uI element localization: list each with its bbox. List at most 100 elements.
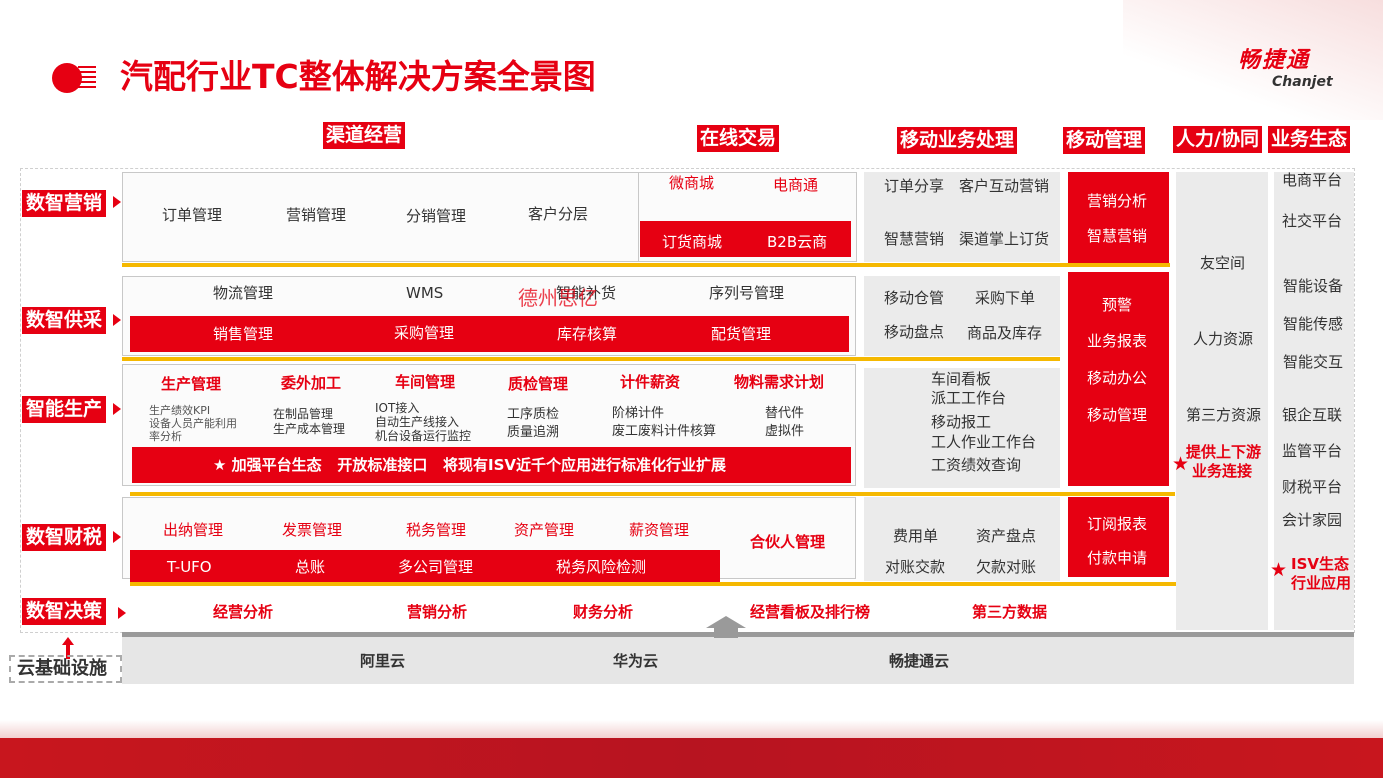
- header-ecosystem: 业务生态: [1268, 126, 1351, 153]
- mobile-item: 采购下单: [975, 289, 1036, 307]
- eco-item: 智能设备: [1283, 277, 1344, 295]
- header-channel: 渠道经营: [323, 122, 406, 149]
- hr-item: 第三方资源: [1186, 406, 1262, 424]
- marketing-item: 分销管理: [406, 207, 467, 225]
- hr-item: 人力资源: [1193, 330, 1254, 348]
- watermark-text: 德州思亿: [518, 286, 598, 310]
- online-item: 微商城: [669, 174, 715, 192]
- row-arrow-supply: [113, 314, 121, 326]
- hr-star-text: 提供上下游: [1186, 443, 1262, 461]
- decision-item: 营销分析: [407, 603, 468, 621]
- row-arrow-finance: [113, 531, 121, 543]
- production-sub: IOT接入: [375, 401, 420, 415]
- finance-bar-item: 多公司管理: [398, 558, 474, 576]
- finance-bar-item: T-UFO: [167, 558, 212, 576]
- online-item: 电商通: [773, 176, 819, 194]
- brand-name-en: Chanjet: [1272, 74, 1333, 90]
- mgmt-item: 智慧营销: [1087, 227, 1148, 245]
- row-label-production: 智能生产: [22, 396, 107, 423]
- row-label-marketing: 数智营销: [22, 190, 107, 217]
- eco-star-text: 行业应用: [1291, 574, 1352, 592]
- mobile-item: 工人作业工作台: [931, 433, 1037, 451]
- mobile-item: 费用单: [893, 527, 939, 545]
- supply-item: 物流管理: [213, 284, 274, 302]
- supply-bar-item: 配货管理: [711, 325, 772, 343]
- cloud-house-icon: [706, 616, 746, 638]
- supply-bar-item: 采购管理: [394, 324, 455, 342]
- production-sub: 生产绩效KPI: [149, 404, 211, 417]
- mobile-item: 智慧营销: [884, 230, 945, 248]
- marketing-item: 订单管理: [162, 206, 223, 224]
- supply-bar-item: 销售管理: [213, 325, 274, 343]
- marketing-item: 营销管理: [286, 206, 347, 224]
- header-hr: 人力/协同: [1173, 126, 1262, 153]
- marketing-divider: [122, 263, 1170, 267]
- cloud-item: 阿里云: [360, 652, 406, 670]
- cloud-panel: [122, 637, 1354, 684]
- supply-bar-item: 库存核算: [557, 325, 618, 343]
- row-label-cloud: 云基础设施: [17, 658, 107, 679]
- hr-panel: [1176, 172, 1268, 630]
- eco-item: 智能传感: [1283, 315, 1344, 333]
- eco-item: 社交平台: [1282, 212, 1343, 230]
- finance-item: 出纳管理: [163, 521, 224, 539]
- header-mobile-mgmt: 移动管理: [1063, 127, 1146, 154]
- marketing-item: 客户分层: [528, 205, 589, 223]
- platform-banner-text: ★ 加强平台生态 开放标准接口 将现有ISV近千个应用进行标准化行业扩展: [213, 456, 726, 474]
- production-sub: 阶梯计件: [612, 406, 665, 421]
- brand-name-cn: 畅捷通: [1238, 48, 1311, 73]
- mobile-item: 欠款对账: [976, 558, 1037, 576]
- production-sub: 生产成本管理: [273, 422, 346, 436]
- header-online: 在线交易: [697, 125, 780, 152]
- mobile-panel-supply: [864, 276, 1060, 356]
- row-arrow-marketing: [113, 196, 121, 208]
- production-head: 生产管理: [161, 375, 222, 393]
- finance-partner: 合伙人管理: [750, 533, 826, 551]
- supply-divider: [122, 357, 1060, 361]
- eco-item: 银企互联: [1282, 406, 1343, 424]
- mobile-item: 资产盘点: [976, 527, 1037, 545]
- eco-item: 会计家园: [1282, 511, 1343, 529]
- finance-item: 发票管理: [282, 521, 343, 539]
- mobile-item: 移动盘点: [884, 323, 945, 341]
- production-sub: 工序质检: [507, 407, 560, 422]
- title-logo-icon: [52, 60, 98, 96]
- mobile-item: 客户互动营销: [959, 177, 1050, 195]
- page-title: 汽配行业TC整体解决方案全景图: [120, 57, 596, 96]
- mobile-item: 派工工作台: [931, 389, 1007, 407]
- bottom-band-light: [0, 720, 1383, 738]
- mobile-item: 车间看板: [931, 370, 992, 388]
- hr-item: 友空间: [1200, 254, 1246, 272]
- production-sub: 设备人员产能利用: [149, 417, 237, 430]
- mobile-item: 工资绩效查询: [931, 456, 1022, 474]
- mgmt-item: 移动管理: [1087, 406, 1148, 424]
- online-bar-item: 订货商城: [662, 233, 723, 251]
- mgmt-panel-marketing: [1068, 172, 1169, 264]
- production-sub: 废工废料计件核算: [612, 424, 717, 439]
- production-sub: 自动生产线接入: [375, 415, 460, 429]
- production-sub: 替代件: [765, 406, 805, 421]
- eco-item: 电商平台: [1282, 171, 1343, 189]
- hr-star-text: 业务连接: [1192, 462, 1253, 480]
- production-sub: 质量追溯: [507, 425, 560, 440]
- production-sub: 率分析: [149, 430, 182, 443]
- finance-divider: [130, 582, 1180, 586]
- cloud-item: 华为云: [613, 652, 659, 670]
- decision-item: 财务分析: [573, 603, 634, 621]
- production-head: 计件薪资: [620, 373, 681, 391]
- mgmt-item: 订阅报表: [1087, 515, 1148, 533]
- production-head: 物料需求计划: [734, 373, 825, 391]
- finance-item: 税务管理: [406, 521, 467, 539]
- decision-item: 经营看板及排行榜: [750, 603, 871, 621]
- row-label-decision: 数智决策: [22, 598, 107, 625]
- decision-item: 第三方数据: [972, 603, 1048, 621]
- finance-bar-item: 税务风险检测: [556, 558, 647, 576]
- mobile-item: 渠道掌上订货: [959, 230, 1050, 248]
- row-label-supply: 数智供采: [22, 307, 107, 334]
- production-sub: 虚拟件: [765, 424, 805, 439]
- header-mobile-business: 移动业务处理: [897, 127, 1018, 154]
- mobile-item: 对账交款: [885, 558, 946, 576]
- eco-item: 监管平台: [1282, 442, 1343, 460]
- mobile-item: 移动报工: [931, 413, 992, 431]
- supply-item: 序列号管理: [709, 284, 785, 302]
